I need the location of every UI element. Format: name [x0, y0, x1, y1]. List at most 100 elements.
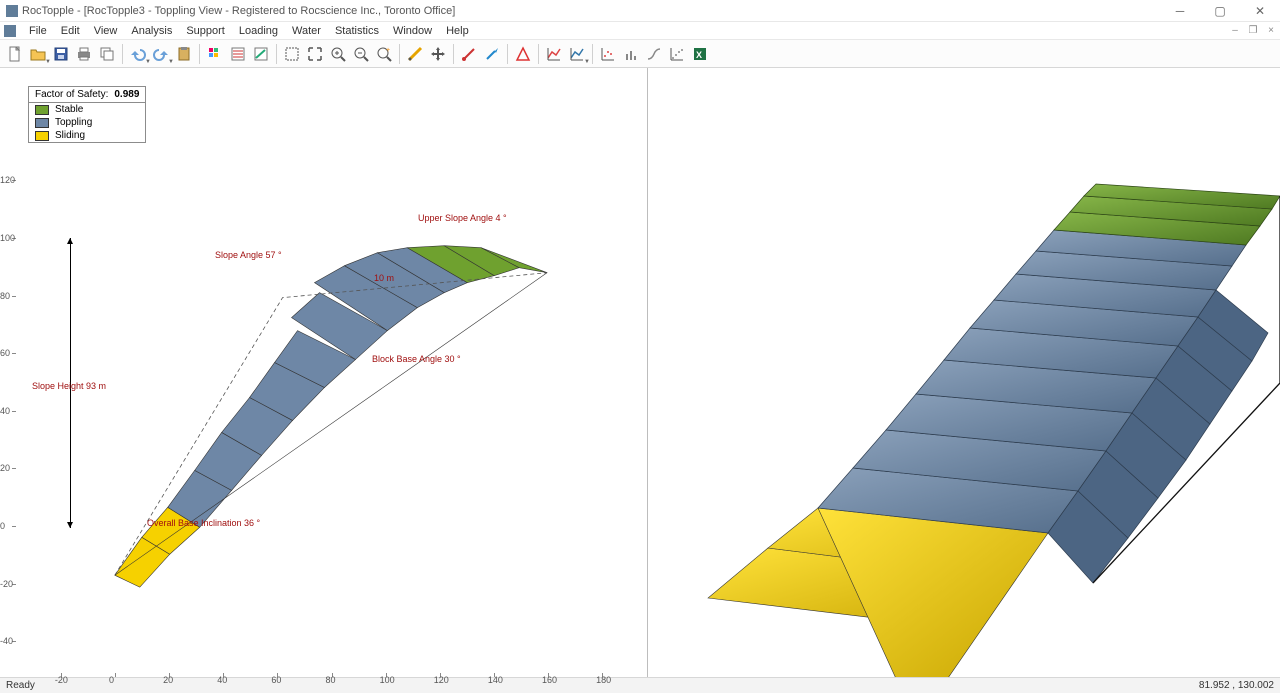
toolbar-open-folder-button[interactable]: ▼: [27, 43, 49, 65]
status-coords: 81.952 , 130.002: [1199, 680, 1274, 691]
window-maximize-button[interactable]: ▢: [1200, 0, 1240, 22]
svg-text:X: X: [696, 50, 702, 60]
toolbar-measure-button[interactable]: [404, 43, 426, 65]
axis-x-label: 80: [326, 675, 336, 685]
save-icon: [53, 46, 69, 62]
project-settings-icon: [230, 46, 246, 62]
chart-cumulative-icon: [646, 46, 662, 62]
menu-edit[interactable]: Edit: [54, 25, 87, 37]
toolbar-grid-button[interactable]: [204, 43, 226, 65]
toolbar-print-button[interactable]: [73, 43, 95, 65]
undo-icon: [130, 46, 146, 62]
toolbar-edit-slope-button[interactable]: [250, 43, 272, 65]
toolbar-support-bolt-button[interactable]: [458, 43, 480, 65]
statusbar: Ready 81.952 , 130.002: [0, 677, 1280, 693]
new-file-icon: [7, 46, 23, 62]
mdi-close-button[interactable]: ×: [1262, 25, 1280, 36]
axis-x-label: 140: [488, 675, 503, 685]
toolbar-sensitivity-button[interactable]: [512, 43, 534, 65]
toolbar-export-excel-button[interactable]: X: [689, 43, 711, 65]
support-bolt-icon: [461, 46, 477, 62]
toolbar-chart-scatter-button[interactable]: [597, 43, 619, 65]
annot-overall-base: Overall Base Inclination 36 °: [147, 518, 260, 528]
menu-analysis[interactable]: Analysis: [124, 25, 179, 37]
zoom-in-icon: [330, 46, 346, 62]
zoom-out-icon: [353, 46, 369, 62]
open-folder-icon: [30, 46, 46, 62]
export-excel-icon: X: [692, 46, 708, 62]
edit-slope-icon: [253, 46, 269, 62]
window-close-button[interactable]: ✕: [1240, 0, 1280, 22]
menu-view[interactable]: View: [87, 25, 125, 37]
axis-x-label: 40: [217, 675, 227, 685]
window-titlebar: RocTopple - [RocTopple3 - Toppling View …: [0, 0, 1280, 22]
toolbar-chart-line-button[interactable]: [543, 43, 565, 65]
toolbar-zoom-plus-button[interactable]: +: [373, 43, 395, 65]
toolbar-undo-button[interactable]: ▼: [127, 43, 149, 65]
toolbar-save-button[interactable]: [50, 43, 72, 65]
toolbar-paste-button[interactable]: [173, 43, 195, 65]
toolbar-separator: [538, 44, 539, 64]
mdi-restore-button[interactable]: ❐: [1244, 25, 1262, 36]
mdi-minimize-button[interactable]: –: [1226, 25, 1244, 36]
axis-x-label: 160: [542, 675, 557, 685]
toolbar-zoom-extents-button[interactable]: [304, 43, 326, 65]
menu-water[interactable]: Water: [285, 25, 328, 37]
view-2d-pane[interactable]: -20020406080100120140160180 -40-20020406…: [0, 68, 648, 677]
menu-support[interactable]: Support: [179, 25, 232, 37]
toolbar-copy-view-button[interactable]: [96, 43, 118, 65]
annot-spacing: 10 m: [374, 273, 394, 283]
toolbar-zoom-in-button[interactable]: [327, 43, 349, 65]
toolbar-project-settings-button[interactable]: [227, 43, 249, 65]
content-area: -20020406080100120140160180 -40-20020406…: [0, 68, 1280, 677]
redo-icon: [153, 46, 169, 62]
measure-icon: [407, 46, 423, 62]
toolbar-redo-button[interactable]: ▼: [150, 43, 172, 65]
print-icon: [76, 46, 92, 62]
toolbar-pan-button[interactable]: [427, 43, 449, 65]
annot-slope-angle: Slope Angle 57 °: [215, 250, 282, 260]
zoom-plus-icon: +: [376, 46, 392, 62]
toolbar-support-force-button[interactable]: [481, 43, 503, 65]
axis-x-label: 100: [380, 675, 395, 685]
axis-x-label: 20: [163, 675, 173, 685]
toolbar-zoom-out-button[interactable]: [350, 43, 372, 65]
svg-text:+: +: [386, 47, 390, 54]
axis-x-label: 180: [596, 675, 611, 685]
copy-view-icon: [99, 46, 115, 62]
chart-line-icon: [546, 46, 562, 62]
chart-bar-icon: [623, 46, 639, 62]
menu-help[interactable]: Help: [439, 25, 476, 37]
toolbar-chart-corr-button[interactable]: [666, 43, 688, 65]
slope-2d-svg: [0, 68, 647, 676]
window-minimize-button[interactable]: ─: [1160, 0, 1200, 22]
app-icon: [6, 5, 18, 17]
toolbar-separator: [453, 44, 454, 64]
menu-window[interactable]: Window: [386, 25, 439, 37]
chart-dropdown-icon: [569, 46, 585, 62]
toolbar-chart-bar-button[interactable]: [620, 43, 642, 65]
axis-x-label: 0: [109, 675, 114, 685]
pan-icon: [430, 46, 446, 62]
grid-icon: [207, 46, 223, 62]
toolbar-new-file-button[interactable]: [4, 43, 26, 65]
annot-block-base-angle: Block Base Angle 30 °: [372, 354, 461, 364]
view-3d-pane[interactable]: [648, 68, 1280, 677]
axis-x-label: 120: [434, 675, 449, 685]
toolbar: ▼▼▼+▼X: [0, 40, 1280, 68]
toolbar-separator: [122, 44, 123, 64]
window-title: RocTopple - [RocTopple3 - Toppling View …: [22, 5, 455, 17]
toolbar-separator: [399, 44, 400, 64]
toolbar-select-window-button[interactable]: [281, 43, 303, 65]
toolbar-separator: [199, 44, 200, 64]
zoom-extents-icon: [307, 46, 323, 62]
annot-upper-slope-angle: Upper Slope Angle 4 °: [418, 213, 507, 223]
toolbar-separator: [507, 44, 508, 64]
menu-file[interactable]: File: [22, 25, 54, 37]
sensitivity-icon: [515, 46, 531, 62]
toolbar-separator: [276, 44, 277, 64]
toolbar-chart-dropdown-button[interactable]: ▼: [566, 43, 588, 65]
toolbar-chart-cumulative-button[interactable]: [643, 43, 665, 65]
menu-loading[interactable]: Loading: [232, 25, 285, 37]
menu-statistics[interactable]: Statistics: [328, 25, 386, 37]
